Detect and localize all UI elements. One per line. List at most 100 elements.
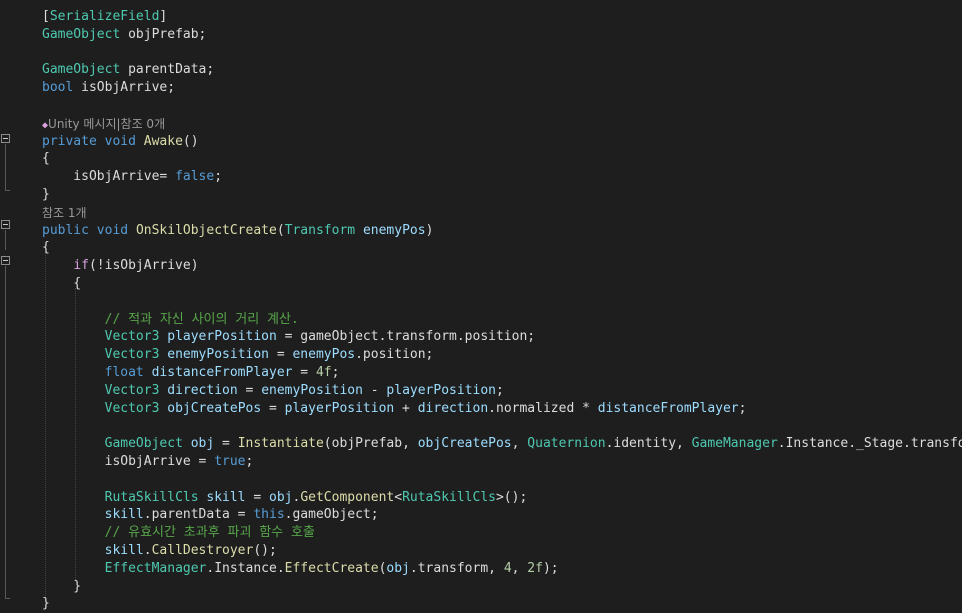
- code-token: ;: [738, 400, 747, 416]
- code-line[interactable]: EffectManager.Instance.EffectCreate(obj.…: [42, 560, 559, 578]
- code-token: 4f: [315, 365, 332, 380]
- code-line[interactable]: Vector3 playerPosition = gameObject.tran…: [42, 328, 535, 346]
- code-token: Instantiate: [237, 436, 324, 452]
- code-token: ): [425, 222, 434, 238]
- code-token: = gameObject.transform.position;: [276, 329, 536, 345]
- fold-toggle-awake[interactable]: [1, 134, 10, 143]
- code-token: ;: [214, 169, 223, 185]
- code-token: direction: [167, 382, 238, 398]
- code-line[interactable]: RutaSkillCls skill = obj.GetComponent<Ru…: [42, 489, 528, 507]
- code-token: =: [214, 436, 238, 452]
- code-line[interactable]: [SerializeField]: [42, 8, 167, 26]
- code-token: RutaSkillCls: [104, 489, 199, 505]
- code-line[interactable]: GameObject obj = Instantiate(objPrefab, …: [42, 435, 962, 453]
- fold-toggle-onskilobjectcreate[interactable]: [1, 220, 10, 229]
- code-line[interactable]: float distanceFromPlayer = 4f;: [42, 364, 340, 382]
- code-token: {: [42, 276, 82, 291]
- code-token: .: [143, 543, 152, 558]
- code-token: (: [276, 222, 285, 238]
- codelens-reference[interactable]: 참조 1개: [42, 206, 87, 220]
- code-token: GetComponent: [300, 489, 395, 505]
- code-line[interactable]: }: [42, 578, 81, 596]
- code-line[interactable]: if(!isObjArrive): [42, 257, 199, 275]
- code-token: >();: [495, 489, 528, 505]
- code-line[interactable]: GameObject parentData;: [42, 61, 214, 79]
- code-token: CallDestroyer: [151, 543, 254, 558]
- code-token: .position;: [355, 347, 434, 363]
- code-token: {: [42, 240, 50, 256]
- code-token: distanceFromPlayer: [151, 365, 293, 380]
- code-token: ;: [245, 454, 254, 469]
- code-line[interactable]: isObjArrive = true;: [42, 453, 254, 471]
- code-token: Transform: [284, 222, 356, 238]
- code-line[interactable]: {: [42, 239, 50, 257]
- codelens-reference[interactable]: Unity 메시지|참조 0개: [48, 117, 165, 131]
- code-token: .Instance.: [206, 560, 285, 576]
- code-line[interactable]: // 유효시간 초과후 파괴 함수 호출: [42, 524, 315, 542]
- code-line[interactable]: }: [42, 595, 50, 613]
- code-token: enemyPosition: [167, 347, 269, 363]
- code-token: EffectManager: [104, 560, 207, 576]
- code-line[interactable]: ◆Unity 메시지|참조 0개: [42, 115, 165, 133]
- code-line[interactable]: Vector3 objCreatePos = playerPosition + …: [42, 400, 747, 418]
- code-line[interactable]: // 적과 자신 사이의 거리 계산.: [42, 311, 299, 329]
- code-line[interactable]: skill.CallDestroyer();: [42, 542, 277, 560]
- code-token: (!isObjArrive): [88, 258, 199, 274]
- code-line[interactable]: skill.parentData = this.gameObject;: [42, 506, 379, 524]
- code-token: objCreatePos: [167, 400, 262, 416]
- code-token: isObjArrive=: [42, 169, 176, 185]
- code-token: ;: [331, 365, 340, 380]
- fold-line: [5, 144, 6, 190]
- code-token: }: [42, 578, 82, 594]
- code-token: =: [245, 489, 269, 505]
- code-token: =: [269, 347, 293, 363]
- code-token: skill: [206, 489, 246, 505]
- code-token: enemyPos: [362, 222, 426, 238]
- code-token: public: [42, 222, 89, 238]
- code-line[interactable]: Vector3 direction = enemyPosition - play…: [42, 382, 504, 400]
- code-token: 2f: [527, 560, 543, 576]
- code-token: isObjArrive =: [42, 454, 215, 469]
- code-line[interactable]: isObjArrive= false;: [42, 168, 222, 186]
- fold-end: [5, 190, 10, 191]
- fold-toggle-if-block[interactable]: [1, 256, 10, 265]
- code-token: skill: [104, 543, 144, 558]
- code-line[interactable]: bool isObjArrive;: [42, 79, 175, 97]
- code-line[interactable]: private void Awake(): [42, 133, 199, 151]
- fold-line: [5, 230, 6, 250]
- code-line[interactable]: {: [42, 150, 50, 168]
- code-token: enemyPos: [292, 347, 356, 363]
- code-line[interactable]: }: [42, 186, 50, 204]
- code-token: false: [175, 169, 215, 185]
- code-token: (objPrefab,: [323, 436, 418, 452]
- code-token: void: [96, 222, 129, 238]
- code-token: playerPosition: [167, 329, 277, 345]
- code-token: (): [182, 133, 199, 149]
- code-token: =: [237, 382, 262, 398]
- code-token: ]: [159, 9, 168, 24]
- code-token: <: [394, 489, 403, 505]
- code-line[interactable]: GameObject objPrefab;: [42, 26, 206, 44]
- code-token: ,: [511, 436, 528, 452]
- code-token: {: [42, 151, 50, 167]
- code-line[interactable]: {: [42, 275, 81, 293]
- code-line[interactable]: Vector3 enemyPosition = enemyPos.positio…: [42, 346, 434, 364]
- code-token: SerializeField: [49, 9, 160, 24]
- code-token: .gameObject;: [284, 507, 379, 523]
- code-line[interactable]: public void OnSkilObjectCreate(Transform…: [42, 222, 433, 240]
- code-line[interactable]: 참조 1개: [42, 204, 87, 222]
- code-token: Vector3: [104, 347, 160, 363]
- code-token: obj: [386, 560, 410, 576]
